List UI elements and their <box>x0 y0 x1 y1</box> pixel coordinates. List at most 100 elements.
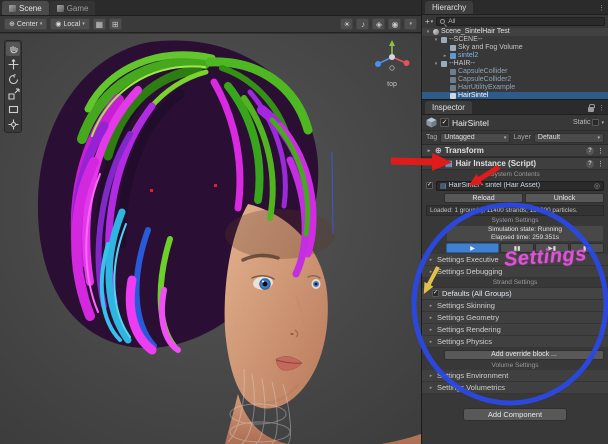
gameobject-icon <box>450 85 456 91</box>
simulation-state-text: Simulation state: Running <box>487 225 563 233</box>
foldout-settings-executive[interactable]: ▸ Settings Executive <box>422 254 608 266</box>
kebab-menu-icon[interactable]: ⋮ <box>597 147 604 155</box>
move-icon <box>8 58 18 69</box>
add-override-button[interactable]: Add override block ... <box>444 349 604 360</box>
tab-scene[interactable]: Scene <box>2 1 49 15</box>
scene-pane: Scene Game ⊕ Center ▾ ◉ Local ▾ ▦ ⊞ ☀ ♪ <box>0 0 421 444</box>
gizmo-view-label[interactable]: top <box>369 81 415 88</box>
hierarchy-item[interactable]: CapsuleCollider <box>422 68 608 76</box>
active-checkbox[interactable]: ✓ <box>440 118 449 127</box>
hierarchy-item[interactable]: Sky and Fog Volume <box>422 44 608 52</box>
hierarchy-item[interactable]: ▾ --HAIR-- <box>422 60 608 68</box>
grid-toggle-button[interactable]: ▦ <box>92 18 106 30</box>
hierarchy-item[interactable]: ▾ --SCENE-- <box>422 36 608 44</box>
kebab-menu-icon[interactable]: ⋮ <box>598 4 605 12</box>
foldout-settings-volumetrics[interactable]: ▸ Settings Volumetrics <box>422 382 608 394</box>
foldout-caret-icon: ▸ <box>429 314 433 321</box>
foldout-caret-icon[interactable]: ▾ <box>433 60 439 68</box>
hair-asset-object-field[interactable]: ▤ HairSintel - sintel (Hair Asset) ◎ <box>436 180 604 191</box>
tab-inspector[interactable]: Inspector <box>425 101 472 114</box>
asset-checkbox[interactable]: ✓ <box>426 182 433 189</box>
step-button[interactable]: ▶▮ <box>535 243 570 253</box>
foldout-settings-geometry[interactable]: ▸ Settings Geometry <box>422 312 608 324</box>
hierarchy-item-hairsintel[interactable]: HairSintel <box>422 92 608 99</box>
camera-settings-button[interactable]: ◉ <box>388 18 402 30</box>
component-enabled-checkbox[interactable]: ✓ <box>435 160 442 167</box>
unlock-button[interactable]: Unlock <box>525 193 604 203</box>
static-checkbox[interactable] <box>592 119 600 126</box>
view-tool-button[interactable] <box>6 42 20 56</box>
hierarchy-item[interactable]: ▸ sintel2 <box>422 52 608 60</box>
chevron-down-icon: ▾ <box>82 21 85 27</box>
create-object-button[interactable]: + ▾ <box>425 17 433 26</box>
scene-viewport[interactable]: top <box>0 34 421 444</box>
object-name-field[interactable]: HairSintel <box>452 118 570 128</box>
reload-button[interactable]: Reload <box>444 193 523 203</box>
layer-dropdown[interactable]: Default ▾ <box>533 132 604 143</box>
step-icon: ▶▮ <box>548 245 557 252</box>
foldout-settings-skinning[interactable]: ▸ Settings Skinning <box>422 300 608 312</box>
foldout-caret-icon[interactable]: ▾ <box>426 161 432 167</box>
chevron-down-icon: ▾ <box>503 134 507 141</box>
hierarchy-panel: Hierarchy ⋮ + ▾ All ▾ Scene_SintelHair T… <box>422 0 608 100</box>
chevron-down-icon: ▾ <box>409 21 412 27</box>
rotate-tool-button[interactable] <box>6 72 20 86</box>
foldout-settings-physics[interactable]: ▸ Settings Physics <box>422 336 608 348</box>
hierarchy-search-input[interactable]: All <box>436 17 605 26</box>
foldout-caret-icon[interactable]: ▸ <box>426 148 432 154</box>
rewind-button[interactable]: ▮◀ <box>570 243 604 253</box>
help-icon[interactable]: ? <box>586 159 594 168</box>
gameobject-icon <box>450 93 456 99</box>
simulation-status-box: Simulation state: Running Elapsed time: … <box>446 225 604 242</box>
tab-game[interactable]: Game <box>49 1 96 15</box>
pause-button[interactable]: ▮▮ <box>500 243 535 253</box>
kebab-menu-icon[interactable]: ⋮ <box>598 104 605 112</box>
asset-buttons-row: Reload Unlock <box>422 192 608 204</box>
hierarchy-item[interactable]: CapsuleCollider2 <box>422 76 608 84</box>
tag-dropdown[interactable]: Untagged ▾ <box>440 132 511 143</box>
lock-icon[interactable] <box>588 104 595 112</box>
foldout-settings-debugging[interactable]: ▸ Settings Debugging <box>422 266 608 278</box>
scale-tool-button[interactable] <box>6 87 20 101</box>
pivot-dropdown[interactable]: ⊕ Center ▾ <box>4 18 48 30</box>
object-picker-icon[interactable]: ◎ <box>594 182 600 190</box>
game-tab-icon <box>56 4 64 12</box>
foldout-settings-rendering[interactable]: ▸ Settings Rendering <box>422 324 608 336</box>
play-button[interactable]: ▶ <box>446 243 500 253</box>
transform-tool-button[interactable] <box>6 117 20 131</box>
search-text: All <box>448 18 456 25</box>
hierarchy-item-scene[interactable]: ▾ Scene_SintelHair Test <box>422 28 608 36</box>
help-icon[interactable]: ? <box>586 146 594 155</box>
kebab-menu-icon[interactable]: ⋮ <box>597 160 604 168</box>
playback-controls: ▶ ▮▮ ▶▮ ▮◀ <box>422 242 608 254</box>
tab-hierarchy[interactable]: Hierarchy <box>425 1 474 14</box>
foldout-caret-icon[interactable]: ▸ <box>442 52 448 60</box>
orientation-dropdown[interactable]: ◉ Local ▾ <box>50 18 90 30</box>
rect-tool-button[interactable] <box>6 102 20 116</box>
effects-toggle-button[interactable]: ◈ <box>372 18 386 30</box>
hair-instance-component-header[interactable]: ▾ ✓ ▤ Hair Instance (Script) ? ⋮ <box>422 157 608 170</box>
defaults-checkbox[interactable]: ✓ <box>432 290 439 297</box>
defaults-all-groups-row[interactable]: ✓ Defaults (All Groups) <box>422 287 608 300</box>
audio-toggle-button[interactable]: ♪ <box>356 18 370 30</box>
scene-orientation-gizmo[interactable]: top <box>369 38 415 88</box>
scene-toolbar: ⊕ Center ▾ ◉ Local ▾ ▦ ⊞ ☀ ♪ ◈ ◉ ▾ <box>0 16 421 33</box>
foldout-caret-icon: ▸ <box>429 372 433 379</box>
foldout-caret-icon[interactable]: ▾ <box>433 36 439 44</box>
add-component-button[interactable]: Add Component <box>463 407 567 421</box>
hierarchy-tabbar: Hierarchy ⋮ <box>422 0 608 15</box>
lighting-toggle-button[interactable]: ☀ <box>340 18 354 30</box>
foldout-settings-environment[interactable]: ▸ Settings Environment <box>422 370 608 382</box>
gizmos-dropdown[interactable]: ▾ <box>404 18 417 30</box>
transform-component-header[interactable]: ▸ ⊕ Transform ? ⋮ <box>422 144 608 157</box>
section-system-contents: System Contents <box>490 171 540 178</box>
hierarchy-item[interactable]: HairUtilityExample <box>422 84 608 92</box>
move-tool-button[interactable] <box>6 57 20 71</box>
foldout-caret-icon[interactable]: ▾ <box>425 28 431 36</box>
pivot-label: Center <box>16 20 38 28</box>
chevron-down-icon[interactable]: ▾ <box>601 120 604 126</box>
add-override-row: Add override block ... <box>422 348 608 361</box>
search-icon <box>440 19 446 24</box>
snap-toggle-button[interactable]: ⊞ <box>108 18 122 30</box>
static-label: Static <box>572 119 591 126</box>
